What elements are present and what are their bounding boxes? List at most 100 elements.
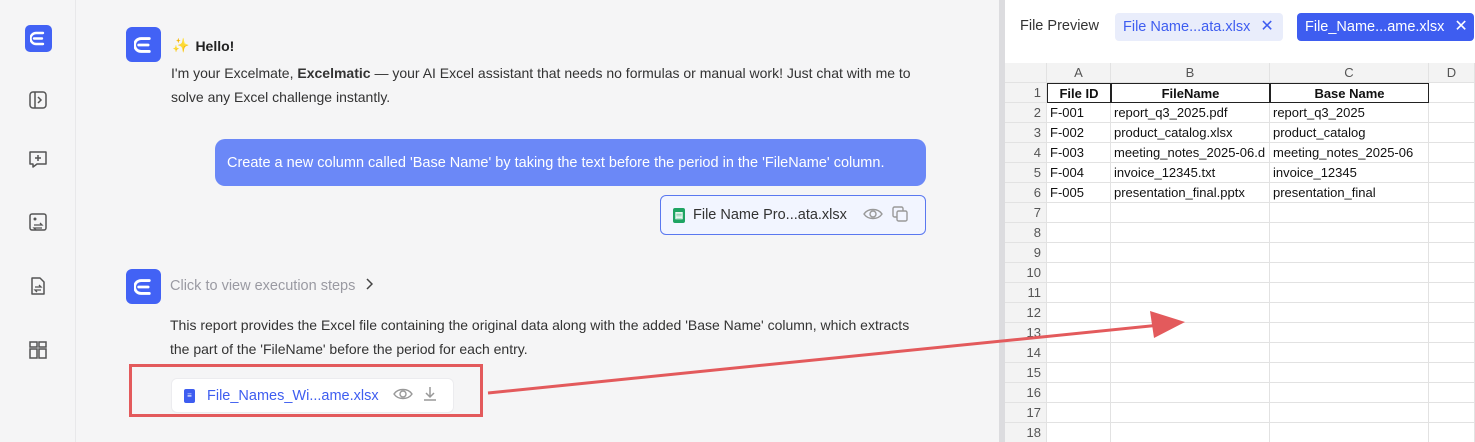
cell[interactable] [1429, 203, 1475, 223]
cell[interactable] [1047, 323, 1111, 343]
cell[interactable]: report_q3_2025.pdf [1111, 103, 1270, 123]
cell[interactable] [1429, 263, 1475, 283]
cell[interactable] [1429, 103, 1475, 123]
cell[interactable] [1429, 123, 1475, 143]
cell[interactable] [1429, 243, 1475, 263]
execution-steps-toggle[interactable]: Click to view execution steps [170, 278, 374, 294]
cell[interactable] [1270, 203, 1429, 223]
row-number[interactable]: 12 [1005, 303, 1047, 323]
cell[interactable]: presentation_final [1270, 183, 1429, 203]
cell[interactable] [1429, 343, 1475, 363]
row-number[interactable]: 6 [1005, 183, 1047, 203]
cell[interactable] [1047, 363, 1111, 383]
cell[interactable]: meeting_notes_2025-06.d [1111, 143, 1270, 163]
user-file-attachment[interactable]: ▤ File Name Pro...ata.xlsx [660, 195, 926, 235]
cell[interactable]: presentation_final.pptx [1111, 183, 1270, 203]
cell[interactable]: product_catalog.xlsx [1111, 123, 1270, 143]
cell[interactable] [1111, 363, 1270, 383]
cell[interactable] [1270, 403, 1429, 423]
cell[interactable] [1429, 423, 1475, 442]
row-number[interactable]: 1 [1005, 83, 1047, 103]
new-chat-icon[interactable] [27, 148, 49, 170]
row-number[interactable]: 13 [1005, 323, 1047, 343]
sidebar-toggle-icon[interactable] [27, 89, 49, 111]
cell[interactable] [1429, 163, 1475, 183]
cell[interactable] [1047, 303, 1111, 323]
copy-icon[interactable] [891, 205, 909, 226]
row-number[interactable]: 11 [1005, 283, 1047, 303]
cell[interactable] [1429, 183, 1475, 203]
cell[interactable] [1270, 323, 1429, 343]
cell[interactable] [1111, 303, 1270, 323]
row-number[interactable]: 2 [1005, 103, 1047, 123]
cell[interactable] [1111, 203, 1270, 223]
cell[interactable] [1429, 143, 1475, 163]
cell[interactable] [1429, 403, 1475, 423]
row-number[interactable]: 14 [1005, 343, 1047, 363]
column-header[interactable]: B [1111, 63, 1270, 83]
cell[interactable] [1111, 223, 1270, 243]
cell[interactable]: F-005 [1047, 183, 1111, 203]
row-number[interactable]: 5 [1005, 163, 1047, 183]
cell[interactable]: F-002 [1047, 123, 1111, 143]
cell[interactable] [1270, 423, 1429, 442]
cell[interactable] [1270, 283, 1429, 303]
cell[interactable] [1111, 403, 1270, 423]
cell[interactable]: invoice_12345.txt [1111, 163, 1270, 183]
cell[interactable] [1047, 263, 1111, 283]
cell[interactable] [1270, 343, 1429, 363]
close-icon[interactable]: ✕ [1454, 19, 1467, 35]
cell[interactable] [1047, 223, 1111, 243]
row-number[interactable]: 3 [1005, 123, 1047, 143]
cell[interactable] [1429, 303, 1475, 323]
cell[interactable] [1047, 203, 1111, 223]
row-number[interactable]: 18 [1005, 423, 1047, 442]
cell[interactable]: FileName [1111, 83, 1270, 103]
cell[interactable] [1111, 383, 1270, 403]
row-number[interactable]: 10 [1005, 263, 1047, 283]
cell[interactable] [1270, 263, 1429, 283]
cell[interactable] [1111, 283, 1270, 303]
row-number[interactable]: 16 [1005, 383, 1047, 403]
layout-icon[interactable] [27, 339, 49, 361]
cell[interactable] [1429, 383, 1475, 403]
image-convert-icon[interactable] [27, 211, 49, 233]
cell[interactable] [1111, 243, 1270, 263]
cell[interactable] [1429, 223, 1475, 243]
row-number[interactable]: 9 [1005, 243, 1047, 263]
preview-tab-source[interactable]: File Name...ata.xlsx ✕ [1115, 13, 1283, 41]
logo-icon[interactable] [25, 25, 52, 52]
cell[interactable]: invoice_12345 [1270, 163, 1429, 183]
cell[interactable] [1047, 403, 1111, 423]
row-number[interactable]: 15 [1005, 363, 1047, 383]
row-number[interactable]: 17 [1005, 403, 1047, 423]
cell[interactable] [1270, 303, 1429, 323]
cell[interactable] [1111, 343, 1270, 363]
eye-icon[interactable] [863, 207, 883, 224]
cell[interactable] [1047, 383, 1111, 403]
row-number[interactable]: 8 [1005, 223, 1047, 243]
cell[interactable] [1429, 283, 1475, 303]
cell[interactable] [1047, 283, 1111, 303]
cell[interactable] [1270, 223, 1429, 243]
column-header[interactable]: C [1270, 63, 1429, 83]
close-icon[interactable]: ✕ [1260, 19, 1273, 35]
cell[interactable]: F-004 [1047, 163, 1111, 183]
cell[interactable] [1047, 243, 1111, 263]
preview-tab-result[interactable]: File_Name...ame.xlsx ✕ [1297, 13, 1474, 41]
cell[interactable] [1111, 423, 1270, 442]
cell[interactable]: product_catalog [1270, 123, 1429, 143]
row-number[interactable]: 4 [1005, 143, 1047, 163]
column-header[interactable]: A [1047, 63, 1111, 83]
cell[interactable] [1047, 343, 1111, 363]
cell[interactable] [1047, 423, 1111, 442]
cell[interactable] [1429, 363, 1475, 383]
cell[interactable] [1429, 83, 1475, 103]
cell[interactable]: F-003 [1047, 143, 1111, 163]
cell[interactable]: File ID [1047, 83, 1111, 103]
cell[interactable]: F-001 [1047, 103, 1111, 123]
cell[interactable] [1270, 363, 1429, 383]
cell[interactable] [1270, 243, 1429, 263]
cell[interactable]: report_q3_2025 [1270, 103, 1429, 123]
row-number[interactable]: 7 [1005, 203, 1047, 223]
